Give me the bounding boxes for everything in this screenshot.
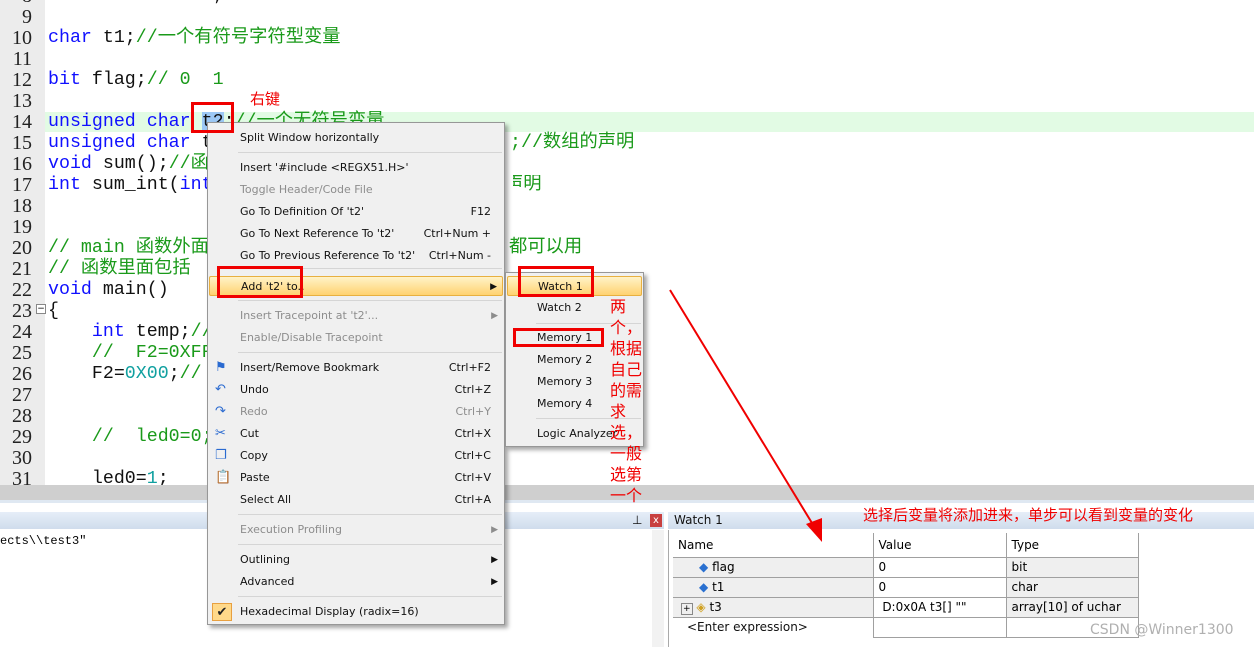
arrow-line: [669, 289, 816, 529]
watermark: CSDN @Winner1300: [1090, 622, 1234, 638]
arrow-head: [806, 518, 822, 542]
annotation-arrow: [669, 289, 822, 542]
